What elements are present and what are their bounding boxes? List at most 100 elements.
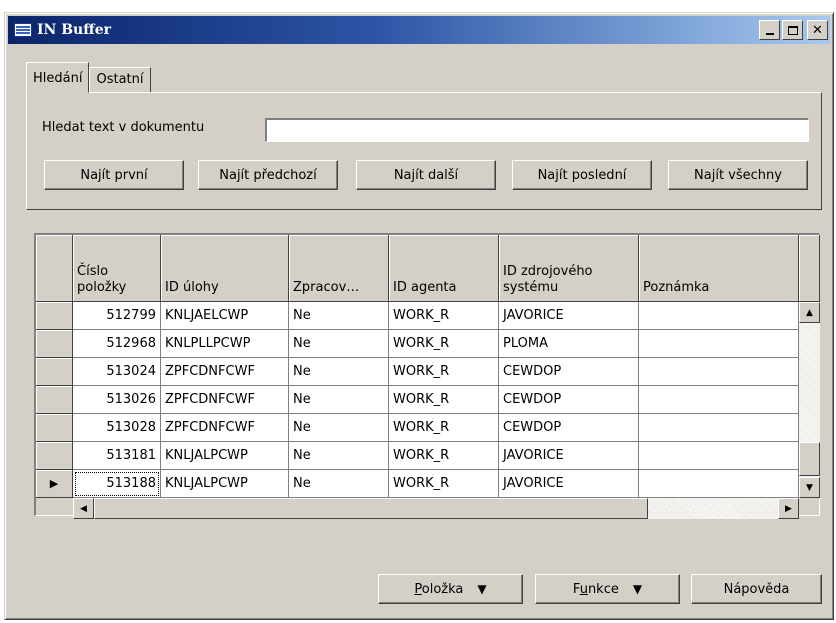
scroll-down-button[interactable]: ▼: [799, 477, 820, 498]
vertical-scroll-thumb[interactable]: [799, 442, 820, 476]
search-input[interactable]: [265, 118, 809, 142]
cell-item-number[interactable]: 512968: [73, 330, 161, 358]
cell-source-system-id[interactable]: CEWDOP: [499, 386, 639, 414]
scroll-up-button[interactable]: ▲: [799, 302, 820, 323]
horizontal-scrollbar[interactable]: ◀ ▶: [73, 498, 799, 519]
cell-source-system-id[interactable]: CEWDOP: [499, 414, 639, 442]
cell-processed[interactable]: Ne: [289, 442, 389, 470]
cell-agent-id[interactable]: WORK_R: [389, 358, 499, 386]
cell-task-id[interactable]: KNLJALPCWP: [161, 442, 289, 470]
cell-source-system-id[interactable]: CEWDOP: [499, 358, 639, 386]
cell-agent-id[interactable]: WORK_R: [389, 414, 499, 442]
cell-source-system-id[interactable]: JAVORICE: [499, 470, 639, 498]
cell-source-system-id[interactable]: PLOMA: [499, 330, 639, 358]
header-corner: [36, 235, 73, 302]
data-grid: Číslo položky ID úlohy Zpracov… ID agent…: [34, 233, 820, 519]
cell-agent-id[interactable]: WORK_R: [389, 442, 499, 470]
scroll-down-icon: ▼: [806, 482, 813, 493]
scroll-up-icon: ▲: [806, 307, 813, 318]
header-end: [799, 235, 820, 302]
scroll-left-icon: ◀: [80, 503, 87, 514]
cell-note[interactable]: [639, 414, 799, 442]
row-selector[interactable]: [36, 414, 73, 442]
column-header-item-number[interactable]: Číslo položky: [73, 235, 161, 302]
find-first-button[interactable]: Najít první: [44, 160, 184, 190]
column-header-agent-id[interactable]: ID agenta: [389, 235, 499, 302]
chevron-down-icon: ▼: [477, 582, 487, 596]
cell-processed[interactable]: Ne: [289, 386, 389, 414]
find-last-button[interactable]: Najít poslední: [512, 160, 652, 190]
find-next-button[interactable]: Najít další: [356, 160, 496, 190]
cell-processed[interactable]: Ne: [289, 470, 389, 498]
table-row[interactable]: 512968 KNLPLLPCWP Ne WORK_R PLOMA: [36, 330, 799, 358]
table-row[interactable]: 513028 ZPFCDNFCWF Ne WORK_R CEWDOP: [36, 414, 799, 442]
search-label: Hledat text v dokumentu: [42, 120, 205, 135]
row-selector[interactable]: [36, 442, 73, 470]
cell-item-number[interactable]: 513181: [73, 442, 161, 470]
cell-task-id[interactable]: KNLJAELCWP: [161, 302, 289, 330]
cell-note[interactable]: [639, 442, 799, 470]
cell-note[interactable]: [639, 358, 799, 386]
find-previous-button[interactable]: Najít předchozí: [198, 160, 338, 190]
cell-task-id[interactable]: ZPFCDNFCWF: [161, 358, 289, 386]
item-menu-label: Položka: [414, 581, 464, 597]
cell-agent-id[interactable]: WORK_R: [389, 470, 499, 498]
row-selector[interactable]: [36, 386, 73, 414]
column-header-source-system-id[interactable]: ID zdrojového systému: [499, 235, 639, 302]
maximize-button[interactable]: [782, 20, 803, 40]
cell-agent-id[interactable]: WORK_R: [389, 386, 499, 414]
table-row[interactable]: 513024 ZPFCDNFCWF Ne WORK_R CEWDOP: [36, 358, 799, 386]
title-bar[interactable]: IN Buffer ✕: [8, 16, 830, 44]
cell-task-id[interactable]: KNLJALPCWP: [161, 470, 289, 498]
tab-panel: [26, 92, 822, 210]
row-selector[interactable]: ▶: [36, 470, 73, 498]
cell-processed[interactable]: Ne: [289, 414, 389, 442]
cell-source-system-id[interactable]: JAVORICE: [499, 442, 639, 470]
cell-agent-id[interactable]: WORK_R: [389, 330, 499, 358]
horizontal-scroll-thumb[interactable]: [94, 498, 648, 519]
table-row[interactable]: ▶ 513188 KNLJALPCWP Ne WORK_R JAVORICE: [36, 470, 799, 498]
cell-item-number[interactable]: 513028: [73, 414, 161, 442]
row-selector[interactable]: [36, 302, 73, 330]
cell-task-id[interactable]: ZPFCDNFCWF: [161, 414, 289, 442]
table-icon: [14, 23, 32, 37]
scroll-left-button[interactable]: ◀: [73, 498, 94, 519]
help-button[interactable]: Nápověda: [691, 574, 822, 604]
cell-processed[interactable]: Ne: [289, 330, 389, 358]
cell-note[interactable]: [639, 330, 799, 358]
function-menu-button[interactable]: Funkce ▼: [535, 574, 680, 604]
row-selector[interactable]: [36, 330, 73, 358]
close-button[interactable]: ✕: [807, 20, 828, 40]
close-icon: ✕: [812, 22, 823, 38]
scroll-right-button[interactable]: ▶: [778, 498, 799, 519]
column-header-task-id[interactable]: ID úlohy: [161, 235, 289, 302]
column-header-processed[interactable]: Zpracov…: [289, 235, 389, 302]
grid-header: Číslo položky ID úlohy Zpracov… ID agent…: [36, 235, 820, 302]
table-row[interactable]: 513026 ZPFCDNFCWF Ne WORK_R CEWDOP: [36, 386, 799, 414]
function-menu-label: Funkce: [572, 581, 619, 597]
minimize-button[interactable]: [759, 20, 780, 40]
cell-item-number[interactable]: 513026: [73, 386, 161, 414]
tab-ostatni[interactable]: Ostatní: [89, 67, 151, 93]
cell-item-number[interactable]: 512799: [73, 302, 161, 330]
cell-item-number[interactable]: 513188: [73, 470, 161, 498]
column-header-note[interactable]: Poznámka: [639, 235, 799, 302]
cell-agent-id[interactable]: WORK_R: [389, 302, 499, 330]
cell-task-id[interactable]: KNLPLLPCWP: [161, 330, 289, 358]
tab-hledani[interactable]: Hledání: [26, 62, 90, 93]
cell-source-system-id[interactable]: JAVORICE: [499, 302, 639, 330]
find-all-button[interactable]: Najít všechny: [668, 160, 808, 190]
cell-note[interactable]: [639, 302, 799, 330]
cell-item-number[interactable]: 513024: [73, 358, 161, 386]
minimize-icon: [765, 33, 774, 35]
cell-note[interactable]: [639, 470, 799, 498]
cell-processed[interactable]: Ne: [289, 358, 389, 386]
vertical-scrollbar[interactable]: ▲ ▼: [799, 302, 820, 498]
cell-processed[interactable]: Ne: [289, 302, 389, 330]
cell-task-id[interactable]: ZPFCDNFCWF: [161, 386, 289, 414]
table-row[interactable]: 512799 KNLJAELCWP Ne WORK_R JAVORICE: [36, 302, 799, 330]
row-selector[interactable]: [36, 358, 73, 386]
table-row[interactable]: 513181 KNLJALPCWP Ne WORK_R JAVORICE: [36, 442, 799, 470]
cell-note[interactable]: [639, 386, 799, 414]
item-menu-button[interactable]: Položka ▼: [378, 574, 523, 604]
